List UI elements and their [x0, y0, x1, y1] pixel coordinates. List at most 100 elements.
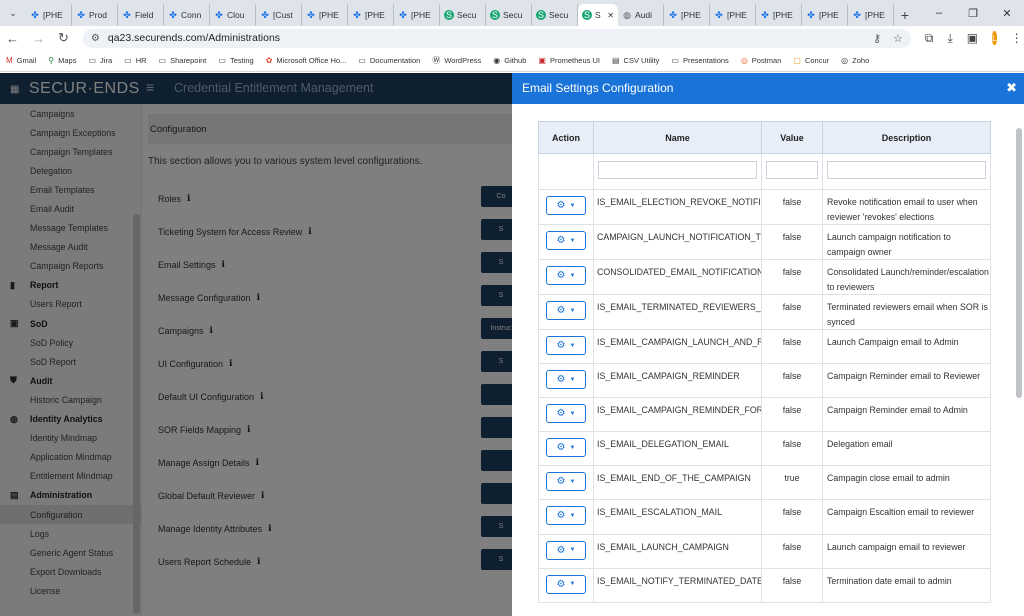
- browser-tab[interactable]: ✤ [PHE: [26, 4, 72, 26]
- setting-name: IS_EMAIL_DELEGATION_EMAIL: [593, 431, 762, 467]
- column-header-action[interactable]: Action: [538, 121, 594, 154]
- site-info-icon[interactable]: ⚙: [91, 33, 100, 44]
- browser-tab[interactable]: ✤ [PHE: [710, 4, 756, 26]
- column-header-description[interactable]: Description: [822, 121, 991, 154]
- filter-cell-name: [593, 153, 762, 190]
- browser-tab[interactable]: S S ✕: [578, 4, 618, 26]
- browser-tab[interactable]: ✤ [PHE: [348, 4, 394, 26]
- bookmark-item[interactable]: Ⓦ WordPress: [432, 55, 481, 66]
- action-cell: ⚙ ▼: [538, 294, 594, 330]
- caret-down-icon: ▼: [569, 581, 576, 588]
- description-filter-input[interactable]: [827, 161, 986, 179]
- bookmark-item[interactable]: ▭ Testing: [218, 56, 253, 65]
- row-action-button[interactable]: ⚙ ▼: [546, 540, 586, 560]
- minimize-icon[interactable]: –: [922, 7, 956, 19]
- modal-scrollbar-thumb[interactable]: [1016, 128, 1022, 398]
- address-bar[interactable]: ⚙ qa23.securends.com/Administrations ⚷ ☆: [82, 28, 911, 48]
- filter-cell-value: [761, 153, 823, 190]
- row-action-button[interactable]: ⚙ ▼: [546, 336, 586, 355]
- row-action-button[interactable]: ⚙ ▼: [546, 438, 586, 458]
- value-filter-input[interactable]: [766, 161, 818, 179]
- tab-label: Secu: [503, 10, 523, 20]
- browser-tab[interactable]: ✤ Conn: [164, 4, 210, 26]
- bookmark-item[interactable]: ▢ Concur: [793, 56, 829, 65]
- row-action-button[interactable]: ⚙ ▼: [546, 506, 586, 526]
- filter-cell-action: [538, 153, 594, 190]
- bookmark-item[interactable]: ▣ Prometheus UI: [538, 56, 600, 65]
- action-cell: ⚙ ▼: [538, 397, 594, 433]
- gear-icon: ⚙: [556, 340, 566, 351]
- bookmark-item[interactable]: ◉ Github: [493, 56, 526, 65]
- profile-avatar[interactable]: L: [992, 31, 997, 45]
- row-action-button[interactable]: ⚙ ▼: [546, 231, 586, 250]
- browser-tab[interactable]: S Secu: [440, 4, 486, 26]
- folder-icon: ▭: [158, 56, 167, 65]
- bookmark-item[interactable]: ▤ CSV Utility: [612, 56, 659, 65]
- browser-tab[interactable]: ◍ Audi: [618, 4, 664, 26]
- row-action-button[interactable]: ⚙ ▼: [546, 472, 586, 492]
- bookmark-item[interactable]: ◎ Zoho: [841, 56, 869, 65]
- close-window-icon[interactable]: ✕: [990, 7, 1024, 20]
- column-header-value[interactable]: Value: [761, 121, 823, 154]
- row-action-button[interactable]: ⚙ ▼: [546, 301, 586, 320]
- row-action-button[interactable]: ⚙ ▼: [546, 404, 586, 424]
- browser-tab[interactable]: ✤ Clou: [210, 4, 256, 26]
- row-action-button[interactable]: ⚙ ▼: [546, 574, 586, 594]
- close-icon[interactable]: ✖: [1006, 80, 1017, 96]
- side-panel-icon[interactable]: ▣: [967, 31, 978, 45]
- bookmark-item[interactable]: ⚲ Maps: [48, 56, 76, 65]
- tab-label: Audi: [635, 10, 653, 20]
- browser-tab[interactable]: ✤ Field: [118, 4, 164, 26]
- bookmark-item[interactable]: M Gmail: [6, 56, 36, 65]
- restore-icon[interactable]: ❐: [956, 7, 990, 20]
- github-icon: ◉: [493, 56, 501, 65]
- column-header-name[interactable]: Name: [593, 121, 762, 154]
- bookmark-item[interactable]: ▭ Documentation: [358, 56, 420, 65]
- modal-scrollbar-track[interactable]: [1012, 104, 1024, 616]
- securends-favicon-icon: S: [536, 10, 546, 20]
- browser-tab[interactable]: ✤ [PHE: [394, 4, 440, 26]
- browser-tab[interactable]: ✤ [PHE: [664, 4, 710, 26]
- setting-name: IS_EMAIL_TERMINATED_REVIEWERS_NOTIFICATI…: [593, 294, 762, 330]
- browser-tab[interactable]: ✤ [PHE: [848, 4, 894, 26]
- browser-tab[interactable]: ✤ Prod: [72, 4, 118, 26]
- browser-tab[interactable]: ✤ [PHE: [302, 4, 348, 26]
- browser-menu-icon[interactable]: ⋮: [1011, 31, 1023, 45]
- bookmark-item[interactable]: ▭ HR: [124, 56, 146, 65]
- bookmark-star-icon[interactable]: ☆: [893, 32, 903, 45]
- bookmark-item[interactable]: ▭ Sharepoint: [159, 56, 207, 65]
- extensions-icon[interactable]: ⧉: [925, 31, 934, 46]
- browser-tab[interactable]: ✤ [PHE: [756, 4, 802, 26]
- forward-icon[interactable]: →: [32, 31, 45, 46]
- new-tab-button[interactable]: +: [894, 4, 916, 26]
- bookmark-item[interactable]: ✿ Microsoft Office Ho...: [266, 56, 347, 65]
- setting-name: CONSOLIDATED_EMAIL_NOTIFICATION_UA: [593, 259, 762, 295]
- tab-search-icon[interactable]: ⌄: [0, 0, 26, 26]
- tab-label: [PHE: [819, 10, 839, 20]
- reload-icon[interactable]: ↻: [58, 30, 69, 46]
- bookmarks-bar: M Gmail ⚲ Maps ▭ Jira ▭ HR ▭ Sharepoint ▭ Testing ✿ M…: [0, 50, 1024, 72]
- bookmark-item[interactable]: ◎ Postman: [741, 56, 782, 65]
- browser-tab[interactable]: ✤ [PHE: [802, 4, 848, 26]
- browser-tab[interactable]: ✤ [Cust: [256, 4, 302, 26]
- bookmark-item[interactable]: ▭ Jira: [88, 56, 112, 65]
- browser-tab[interactable]: S Secu: [532, 4, 578, 26]
- browser-tab[interactable]: S Secu: [486, 4, 532, 26]
- password-key-icon[interactable]: ⚷: [873, 32, 881, 45]
- row-action-button[interactable]: ⚙ ▼: [546, 266, 586, 285]
- back-icon[interactable]: ←: [6, 31, 19, 46]
- tab-label: Field: [135, 10, 154, 20]
- row-action-button[interactable]: ⚙ ▼: [546, 370, 586, 390]
- setting-name: IS_EMAIL_LAUNCH_CAMPAIGN: [593, 533, 762, 569]
- row-action-button[interactable]: ⚙ ▼: [546, 196, 586, 215]
- setting-name: IS_EMAIL_CAMPAIGN_REMINDER_FOR_IT_TEAM: [593, 397, 762, 433]
- name-filter-input[interactable]: [598, 161, 757, 179]
- folder-icon: ▭: [88, 56, 97, 65]
- table-row: ⚙ ▼ IS_EMAIL_DELEGATION_EMAIL false Delegati…: [538, 431, 991, 467]
- bookmark-item[interactable]: ▭ Presentations: [671, 56, 728, 65]
- tab-label: Prod: [89, 10, 107, 20]
- download-icon[interactable]: ⤓: [947, 31, 952, 46]
- confluence-favicon-icon: ✤: [761, 9, 769, 20]
- tab-close-icon[interactable]: ✕: [607, 11, 614, 20]
- action-cell: ⚙ ▼: [538, 567, 594, 603]
